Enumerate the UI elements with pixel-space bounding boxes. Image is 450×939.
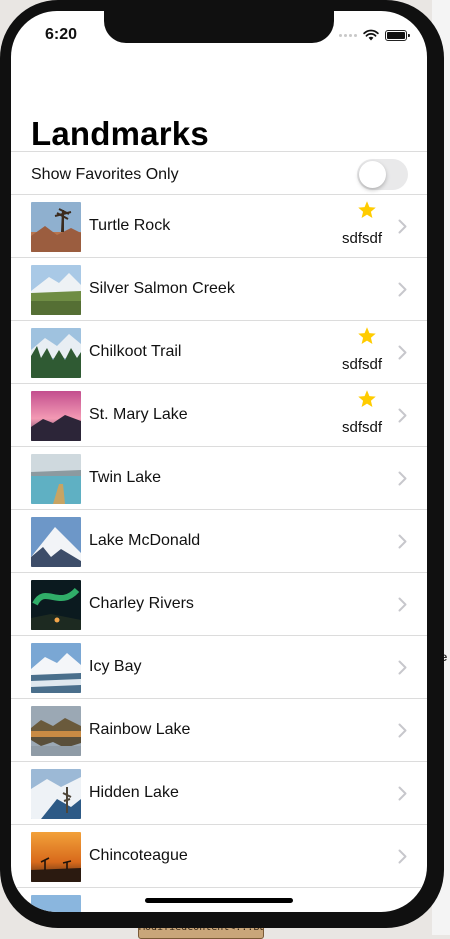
landmark-name: St. Mary Lake [89, 406, 188, 423]
landmark-thumbnail [31, 391, 81, 441]
landmark-name: Icy Bay [89, 658, 142, 675]
landmark-row[interactable]: Hidden Lake [11, 762, 427, 825]
battery-icon [385, 29, 410, 41]
chevron-right-icon [398, 660, 407, 675]
landmark-name: Chilkoot Trail [89, 343, 182, 360]
chevron-right-icon [398, 597, 407, 612]
chevron-right-icon [398, 849, 407, 864]
favorite-text: sdfsdf [342, 356, 383, 373]
landmark-row[interactable]: Twin Lake [11, 447, 427, 510]
chevron-right-icon [398, 282, 407, 297]
star-icon [358, 327, 376, 344]
landmark-name: Silver Salmon Creek [89, 280, 235, 297]
landmark-thumbnail [31, 895, 81, 912]
home-indicator [145, 898, 293, 903]
star-icon [358, 201, 376, 218]
landmark-thumbnail [31, 517, 81, 567]
landmark-thumbnail [31, 202, 81, 252]
landmark-row[interactable]: Silver Salmon Creek [11, 258, 427, 321]
landmark-thumbnail [31, 832, 81, 882]
landmark-row[interactable]: Chincoteague [11, 825, 427, 888]
landmark-row[interactable]: Turtle Rock sdfsdf [11, 195, 427, 258]
landmark-name: Hidden Lake [89, 784, 179, 801]
chevron-right-icon [398, 408, 407, 423]
favorite-text: sdfsdf [342, 419, 383, 436]
landmark-thumbnail [31, 328, 81, 378]
phone-screen: 6:20 Landmarks Show Favorites Only Turtl… [11, 11, 427, 912]
chevron-right-icon [398, 723, 407, 738]
landmark-thumbnail [31, 706, 81, 756]
landmark-name: Charley Rivers [89, 595, 194, 612]
landmark-thumbnail [31, 643, 81, 693]
landmark-row[interactable]: St. Mary Lake sdfsdf [11, 384, 427, 447]
landmark-name: Lake McDonald [89, 532, 201, 549]
toggle-knob [359, 161, 386, 188]
page-title: Landmarks [31, 115, 209, 152]
landmark-name: Rainbow Lake [89, 721, 191, 738]
status-icons [339, 27, 410, 43]
notch [104, 11, 334, 43]
favorites-toggle[interactable] [357, 159, 408, 190]
landmark-thumbnail [31, 580, 81, 630]
chevron-right-icon [398, 219, 407, 234]
wifi-icon [363, 29, 379, 41]
landmark-row[interactable]: Charley Rivers [11, 573, 427, 636]
iphone-frame: 6:20 Landmarks Show Favorites Only Turtl… [0, 0, 444, 928]
landmark-thumbnail [31, 265, 81, 315]
favorite-text: sdfsdf [342, 230, 383, 247]
landmark-thumbnail [31, 454, 81, 504]
landmark-name: Twin Lake [89, 469, 162, 486]
landmark-name: Turtle Rock [89, 217, 171, 234]
cellular-signal-icon [339, 33, 357, 37]
landmark-row[interactable]: Chilkoot Trail sdfsdf [11, 321, 427, 384]
chevron-right-icon [398, 345, 407, 360]
star-icon [358, 390, 376, 407]
chevron-right-icon [398, 471, 407, 486]
landmark-row[interactable]: Rainbow Lake [11, 699, 427, 762]
landmark-row[interactable]: Icy Bay [11, 636, 427, 699]
landmark-thumbnail [31, 769, 81, 819]
landmark-row[interactable]: Lake McDonald [11, 510, 427, 573]
favorites-filter-row: Show Favorites Only [11, 151, 427, 195]
chevron-right-icon [398, 786, 407, 801]
chevron-right-icon [398, 534, 407, 549]
landmark-list: Turtle Rock sdfsdf Silver Salmon Creek Chil… [11, 195, 427, 912]
favorites-filter-label: Show Favorites Only [31, 166, 179, 183]
landmark-name: Chincoteague [89, 847, 188, 864]
status-time: 6:20 [45, 26, 78, 43]
